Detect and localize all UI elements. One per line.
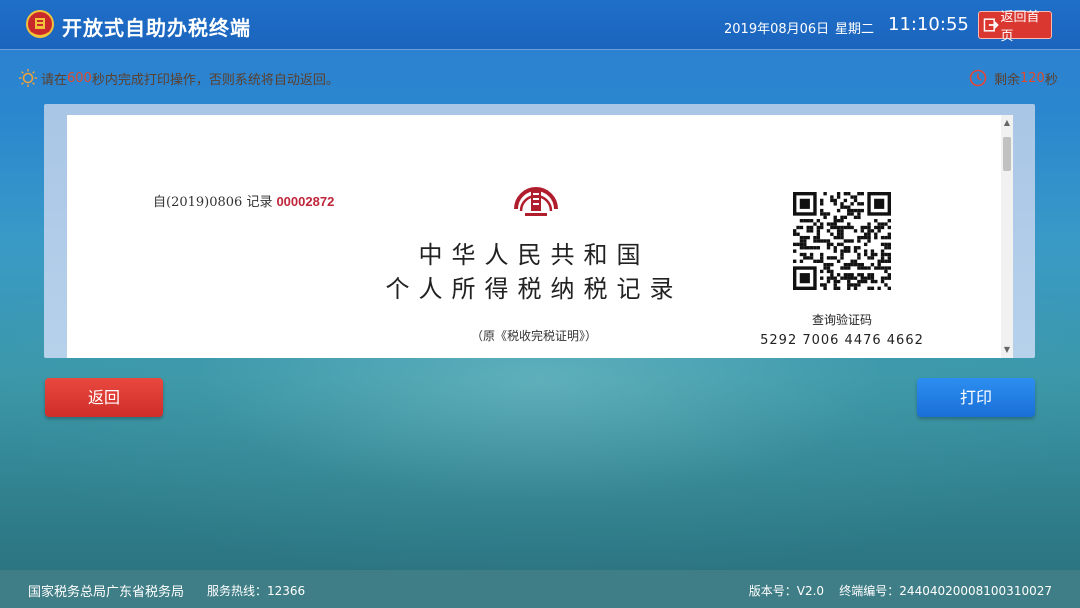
clock-icon [969,69,987,87]
notice-seconds: 600 [67,70,92,86]
countdown-suffix: 秒 [1044,72,1058,88]
current-time: 11:10:55 [888,14,969,35]
footer-org: 国家税务总局广东省税务局 [28,585,185,600]
qr-code-icon [793,192,891,290]
app-title: 开放式自助办税终端 [62,16,251,40]
countdown-seconds: 120 [1020,70,1045,86]
scroll-thumb[interactable] [1003,137,1011,171]
footer-version: 版本号：V2.0 [748,584,825,598]
countdown-prefix: 剩余 [994,72,1021,88]
lightbulb-icon [19,69,37,87]
footer-info: 版本号：V2.0 终端编号：2440402000810031002‍7 [749,582,1052,599]
verify-label: 查询验证码 [811,313,872,327]
timeout-notice: 请在 600 秒内完成打印操作，否则系统将自动返回。 [18,68,339,88]
scroll-down-arrow-icon[interactable]: ▼ [1001,344,1013,356]
document-preview[interactable]: 自(2019)0806 记录 00002872 中华人民共和国 个人所得税纳税记录… [67,115,1001,358]
notice-suffix: 秒内完成打印操作，否则系统将自动返回。 [91,72,339,88]
notice-prefix: 请在 [41,72,68,88]
countdown: 剩余 120 秒 [968,68,1058,88]
footer-hotline: 服务热线：12366 [207,584,306,598]
current-date: 2019年08月06日 [724,22,830,37]
return-home-button[interactable]: 返回首页 [978,10,1052,44]
return-home-label: 返回首页 [1000,10,1040,44]
top-bar: 开放式自助办税终端 2019年08月06日 星期二 11:10:55 返回首页 [0,0,1080,50]
tax-logo-icon [514,187,558,216]
print-button[interactable]: 打印 [917,378,1035,417]
scroll-up-arrow-icon[interactable]: ▲ [1001,117,1013,129]
record-number-line: 自(2019)0806 记录 00002872 [153,191,334,210]
footer-bar: 国家税务总局广东省税务局 服务热线：12366 版本号：V2.0 终端编号：24… [0,570,1080,608]
document-scrollbar[interactable]: ▲ ▼ [1001,115,1013,358]
footer-terminal: 终端编号：2440402000810031002‍7 [839,584,1052,598]
back-button[interactable]: 返回 [45,378,163,417]
record-number: 00002872 [276,194,335,209]
exit-arrow-icon [983,18,999,32]
record-prefix: 自(2019)0806 记录 [153,195,273,210]
verify-code: 5292 7006 4476 4662 [760,333,924,348]
tax-emblem-icon [26,10,54,38]
current-weekday: 星期二 [835,22,875,37]
